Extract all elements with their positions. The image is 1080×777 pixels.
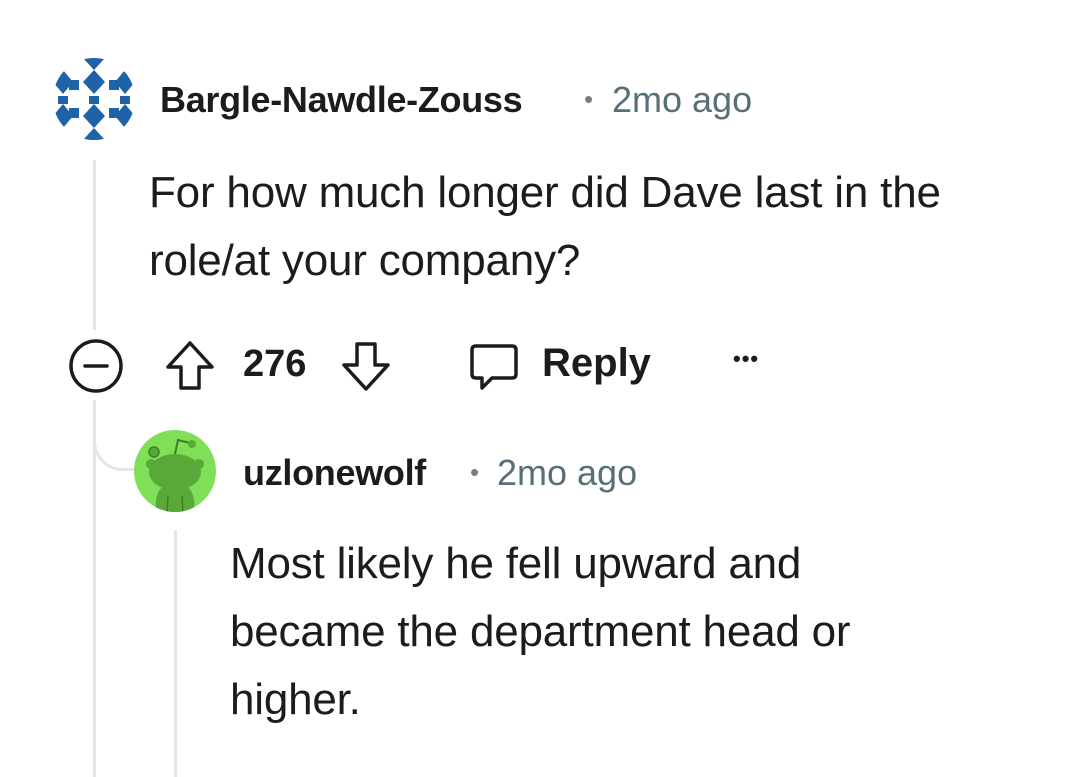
comment-avatar[interactable] [53, 58, 135, 140]
reply-body-line: Most likely he fell upward and [230, 539, 802, 588]
reply-age: 2mo ago [497, 452, 638, 493]
snoo-avatar-icon [134, 430, 216, 512]
comment-body-line: role/at your company? [149, 236, 581, 285]
avatar-pattern-icon [53, 58, 135, 140]
meta-separator: • [584, 84, 594, 114]
reply-avatar[interactable] [134, 430, 216, 512]
thread-line-root-lower [93, 400, 96, 777]
more-options-button[interactable]: ••• [733, 348, 759, 370]
downvote-icon[interactable] [338, 338, 394, 394]
reply-label: Reply [542, 341, 651, 385]
thread-line-reply [174, 530, 177, 777]
reply-body: Most likely he fell upward and became th… [230, 530, 1050, 734]
comment-bubble-icon [466, 338, 522, 394]
reply-button[interactable]: Reply [466, 336, 656, 396]
reply-body-line: became the department head or [230, 607, 851, 656]
vote-count: 276 [243, 343, 307, 385]
comment-body: For how much longer did Dave last in the… [149, 159, 1049, 295]
comment-username[interactable]: Bargle-Nawdle-Zouss [160, 79, 523, 121]
reply-body-line: higher. [230, 675, 361, 724]
reply-username[interactable]: uzlonewolf [243, 452, 426, 494]
comment-age: 2mo ago [612, 79, 753, 120]
collapse-icon[interactable] [67, 337, 125, 395]
meta-separator: • [470, 457, 480, 487]
thread-line-root [93, 160, 96, 330]
upvote-icon[interactable] [162, 338, 218, 394]
comment-body-line: For how much longer did Dave last in the [149, 168, 941, 217]
